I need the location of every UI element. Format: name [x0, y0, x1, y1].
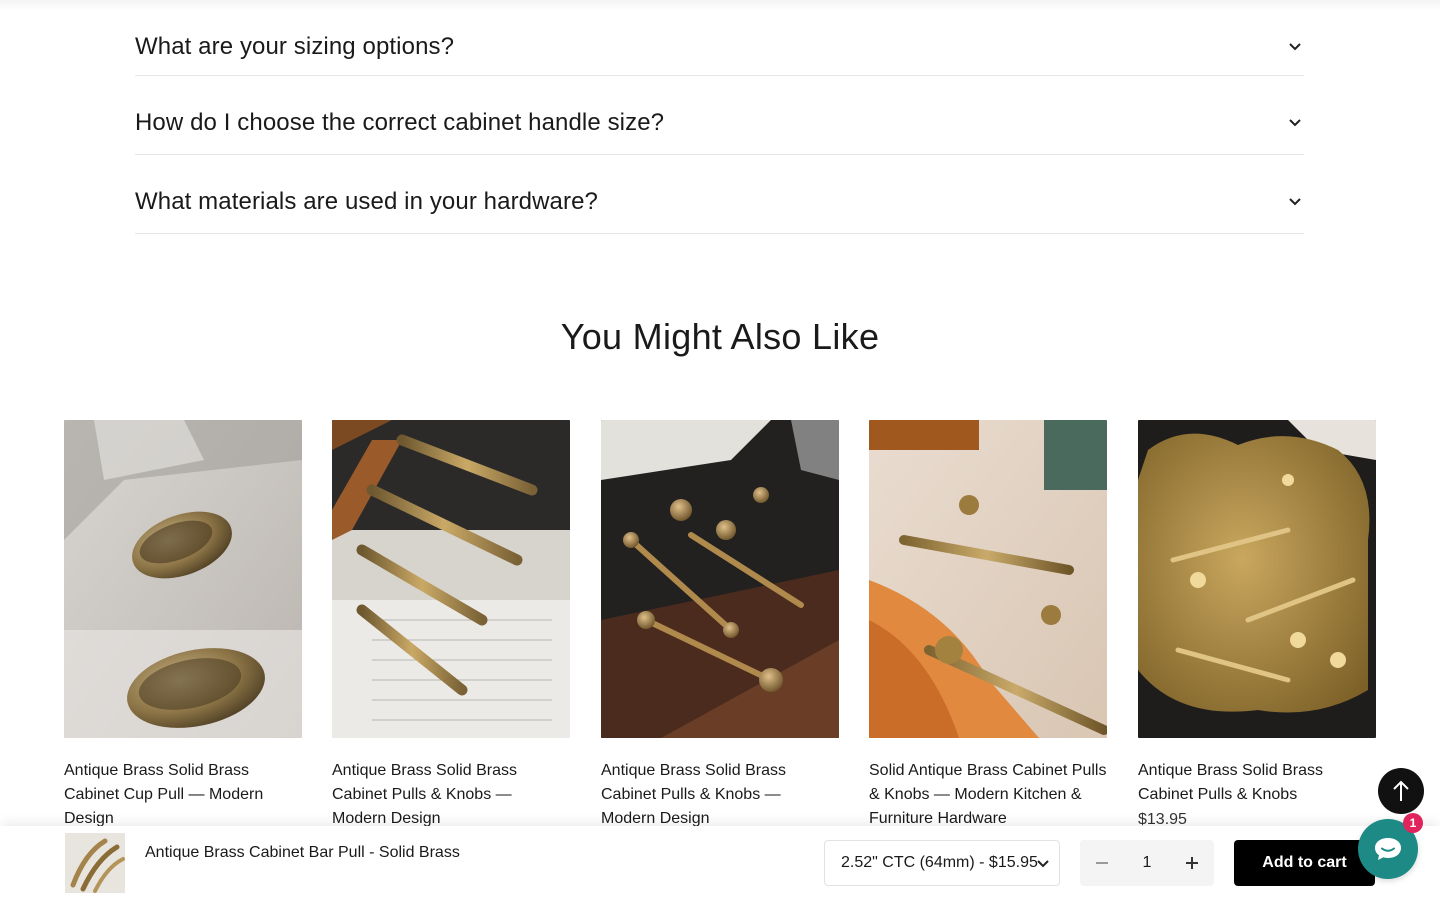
- section-heading: You Might Also Like: [560, 316, 880, 357]
- chat-unread-badge: 1: [1403, 813, 1423, 833]
- quantity-stepper: 1: [1080, 840, 1214, 886]
- plus-icon: [1186, 857, 1198, 869]
- minus-icon: [1096, 862, 1108, 864]
- add-to-cart-button[interactable]: Add to cart: [1234, 840, 1375, 886]
- chat-bubble-icon: [1375, 838, 1401, 860]
- chevron-down-icon: [1289, 198, 1301, 206]
- sticky-product-name: Antique Brass Cabinet Bar Pull - Solid B…: [145, 844, 460, 861]
- chevron-down-icon: [1289, 119, 1301, 127]
- product-thumbnail: [65, 833, 125, 893]
- product-image[interactable]: [64, 420, 302, 738]
- scroll-to-top-button[interactable]: [1378, 768, 1424, 814]
- chevron-down-icon: [1289, 43, 1301, 51]
- faq-item-handle-size[interactable]: How do I choose the correct cabinet hand…: [135, 76, 1304, 155]
- faq-question: What are your sizing options?: [135, 33, 455, 60]
- product-title[interactable]: Antique Brass Solid Brass Cabinet Pulls …: [1138, 759, 1376, 807]
- faq-question: How do I choose the correct cabinet hand…: [135, 109, 665, 136]
- faq-item-materials[interactable]: What materials are used in your hardware…: [135, 155, 1304, 234]
- product-card[interactable]: Antique Brass Solid Brass Cabinet Pulls …: [601, 420, 839, 831]
- product-title[interactable]: Antique Brass Solid Brass Cabinet Pulls …: [601, 759, 839, 831]
- product-title[interactable]: Antique Brass Solid Brass Cabinet Cup Pu…: [64, 759, 302, 831]
- faq-item-sizing[interactable]: What are your sizing options?: [135, 0, 1304, 76]
- quantity-input[interactable]: 1: [1124, 840, 1170, 886]
- faq-question: What materials are used in your hardware…: [135, 188, 598, 215]
- product-title[interactable]: Antique Brass Solid Brass Cabinet Pulls …: [332, 759, 570, 831]
- product-card[interactable]: Solid Antique Brass Cabinet Pulls & Knob…: [869, 420, 1107, 831]
- faq-accordion: What are your sizing options? How do I c…: [135, 0, 1304, 234]
- product-image[interactable]: [332, 420, 570, 738]
- product-carousel: Antique Brass Solid Brass Cabinet Cup Pu…: [0, 420, 1440, 840]
- sticky-add-to-cart-bar: Antique Brass Cabinet Bar Pull - Solid B…: [0, 826, 1440, 900]
- product-card[interactable]: Antique Brass Solid Brass Cabinet Pulls …: [332, 420, 570, 831]
- increase-quantity-button[interactable]: [1170, 840, 1214, 886]
- decrease-quantity-button[interactable]: [1080, 840, 1124, 886]
- product-title[interactable]: Solid Antique Brass Cabinet Pulls & Knob…: [869, 759, 1107, 831]
- product-image[interactable]: [869, 420, 1107, 738]
- product-card[interactable]: Antique Brass Solid Brass Cabinet Pulls …: [1138, 420, 1376, 829]
- variant-select[interactable]: 2.52" CTC (64mm) - $15.95: [824, 840, 1060, 886]
- chevron-down-icon: [1037, 860, 1049, 868]
- variant-selected-value: 2.52" CTC (64mm) - $15.95: [841, 854, 1038, 871]
- arrow-up-icon: [1393, 780, 1409, 801]
- product-image[interactable]: [1138, 420, 1376, 738]
- product-image[interactable]: [601, 420, 839, 738]
- product-card[interactable]: Antique Brass Solid Brass Cabinet Cup Pu…: [64, 420, 302, 831]
